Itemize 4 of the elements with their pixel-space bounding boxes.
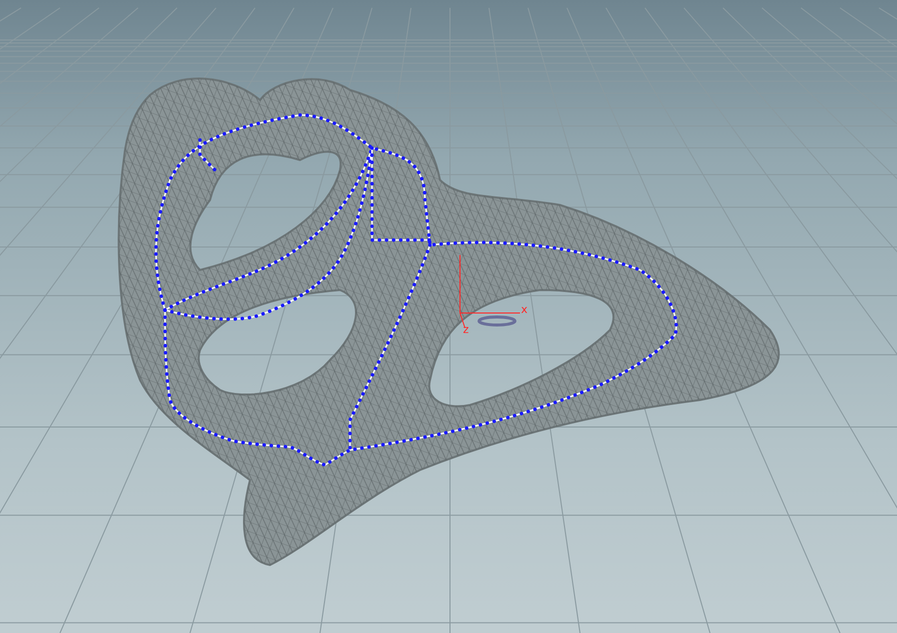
axis-label: x <box>521 303 528 316</box>
axis-label: z <box>463 323 469 336</box>
pivot-ring-icon <box>478 316 516 326</box>
3d-viewport[interactable]: x z <box>0 0 897 633</box>
